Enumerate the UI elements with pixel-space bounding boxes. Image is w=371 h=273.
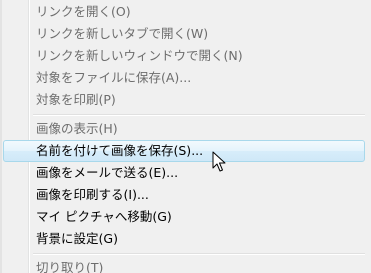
menu-item-label: 背景に設定(G) — [36, 231, 118, 246]
menu-item-label: 画像の表示(H) — [36, 121, 118, 136]
menu-separator — [33, 114, 365, 116]
menu-item-label: 画像をメールで送る(E)... — [36, 165, 179, 180]
menu-item-save-target-as[interactable]: 対象をファイルに保存(A)... — [3, 67, 365, 89]
menu-item-label: 対象を印刷(P) — [36, 92, 116, 107]
menu-item-print-picture[interactable]: 画像を印刷する(I)... — [3, 184, 365, 206]
menu-separator — [33, 253, 365, 255]
menu-item-open-link-new-window[interactable]: リンクを新しいウィンドウで開く(N) — [3, 45, 365, 67]
menu-item-label: リンクを開く(O) — [36, 4, 131, 19]
context-menu: リンクを開く(O) リンクを新しいタブで開く(W) リンクを新しいウィンドウで開… — [0, 0, 371, 273]
menu-item-open-link-new-tab[interactable]: リンクを新しいタブで開く(W) — [3, 23, 365, 45]
menu-item-set-as-background[interactable]: 背景に設定(G) — [3, 228, 365, 250]
menu-item-go-to-my-pictures[interactable]: マイ ピクチャへ移動(G) — [3, 206, 365, 228]
menu-left-edge — [0, 0, 2, 273]
menu-item-cut[interactable]: 切り取り(T) — [3, 257, 365, 273]
menu-item-open-link[interactable]: リンクを開く(O) — [3, 1, 365, 23]
menu-item-save-picture-as[interactable]: 名前を付けて画像を保存(S)... — [3, 140, 365, 162]
menu-item-label: リンクを新しいタブで開く(W) — [36, 26, 209, 41]
menu-item-label: 切り取り(T) — [36, 260, 104, 273]
menu-item-label: リンクを新しいウィンドウで開く(N) — [36, 48, 243, 63]
menu-item-label: 名前を付けて画像を保存(S)... — [36, 143, 204, 158]
menu-item-label: 画像を印刷する(I)... — [36, 187, 149, 202]
menu-item-print-target[interactable]: 対象を印刷(P) — [3, 89, 365, 111]
menu-item-label: マイ ピクチャへ移動(G) — [36, 209, 172, 224]
menu-item-email-picture[interactable]: 画像をメールで送る(E)... — [3, 162, 365, 184]
mouse-pointer-icon — [212, 151, 226, 172]
menu-item-label: 対象をファイルに保存(A)... — [36, 70, 192, 85]
menu-item-show-picture[interactable]: 画像の表示(H) — [3, 118, 365, 140]
